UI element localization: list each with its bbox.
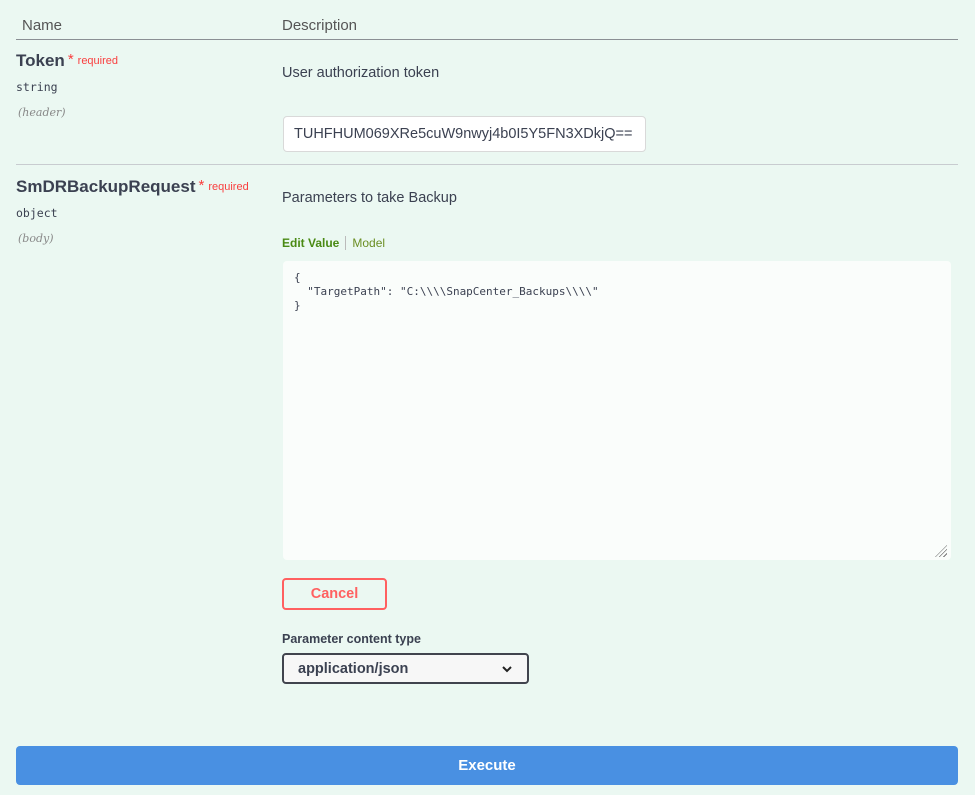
tab-edit-value[interactable]: Edit Value [282, 236, 347, 250]
required-label: required [208, 181, 249, 193]
param-description: User authorization token [282, 65, 440, 81]
column-header-name: Name [22, 17, 63, 34]
param-type: object [16, 206, 58, 220]
required-label: required [77, 55, 119, 67]
param-location: (header) [18, 106, 66, 119]
body-tabs: Edit Value Model [282, 236, 391, 250]
content-type-label: Parameter content type [282, 632, 421, 646]
param-location: (body) [18, 232, 54, 245]
chevron-down-icon [502, 665, 512, 672]
param-name: SmDRBackupRequest [16, 177, 196, 196]
resize-handle-icon[interactable] [935, 545, 947, 557]
token-input[interactable]: TUHFHUM069XRe5cuW9nwyj4b0I5Y5FN3XDkjQ== [283, 116, 646, 152]
request-body-textarea[interactable]: { "TargetPath": "C:\\\\SnapCenter_Backup… [283, 261, 951, 560]
content-type-select[interactable]: application/json [282, 653, 529, 684]
content-type-value: application/json [298, 660, 409, 677]
param-token-name: Token * required [16, 51, 118, 71]
param-body-name: SmDRBackupRequest * required [16, 177, 249, 197]
param-type: string [16, 80, 58, 94]
required-star: * [198, 177, 205, 194]
tab-model[interactable]: Model [346, 236, 391, 250]
request-body-text[interactable]: { "TargetPath": "C:\\\\SnapCenter_Backup… [294, 271, 599, 312]
param-description: Parameters to take Backup [282, 190, 457, 206]
required-badge: * required [199, 177, 249, 194]
param-name: Token [16, 51, 65, 70]
required-star: * [67, 51, 74, 68]
cancel-button[interactable]: Cancel [282, 578, 387, 610]
header-divider [16, 39, 958, 40]
row-divider [16, 164, 958, 165]
column-header-description: Description [282, 17, 358, 34]
execute-button[interactable]: Execute [16, 746, 958, 785]
required-badge: * required [68, 51, 119, 68]
